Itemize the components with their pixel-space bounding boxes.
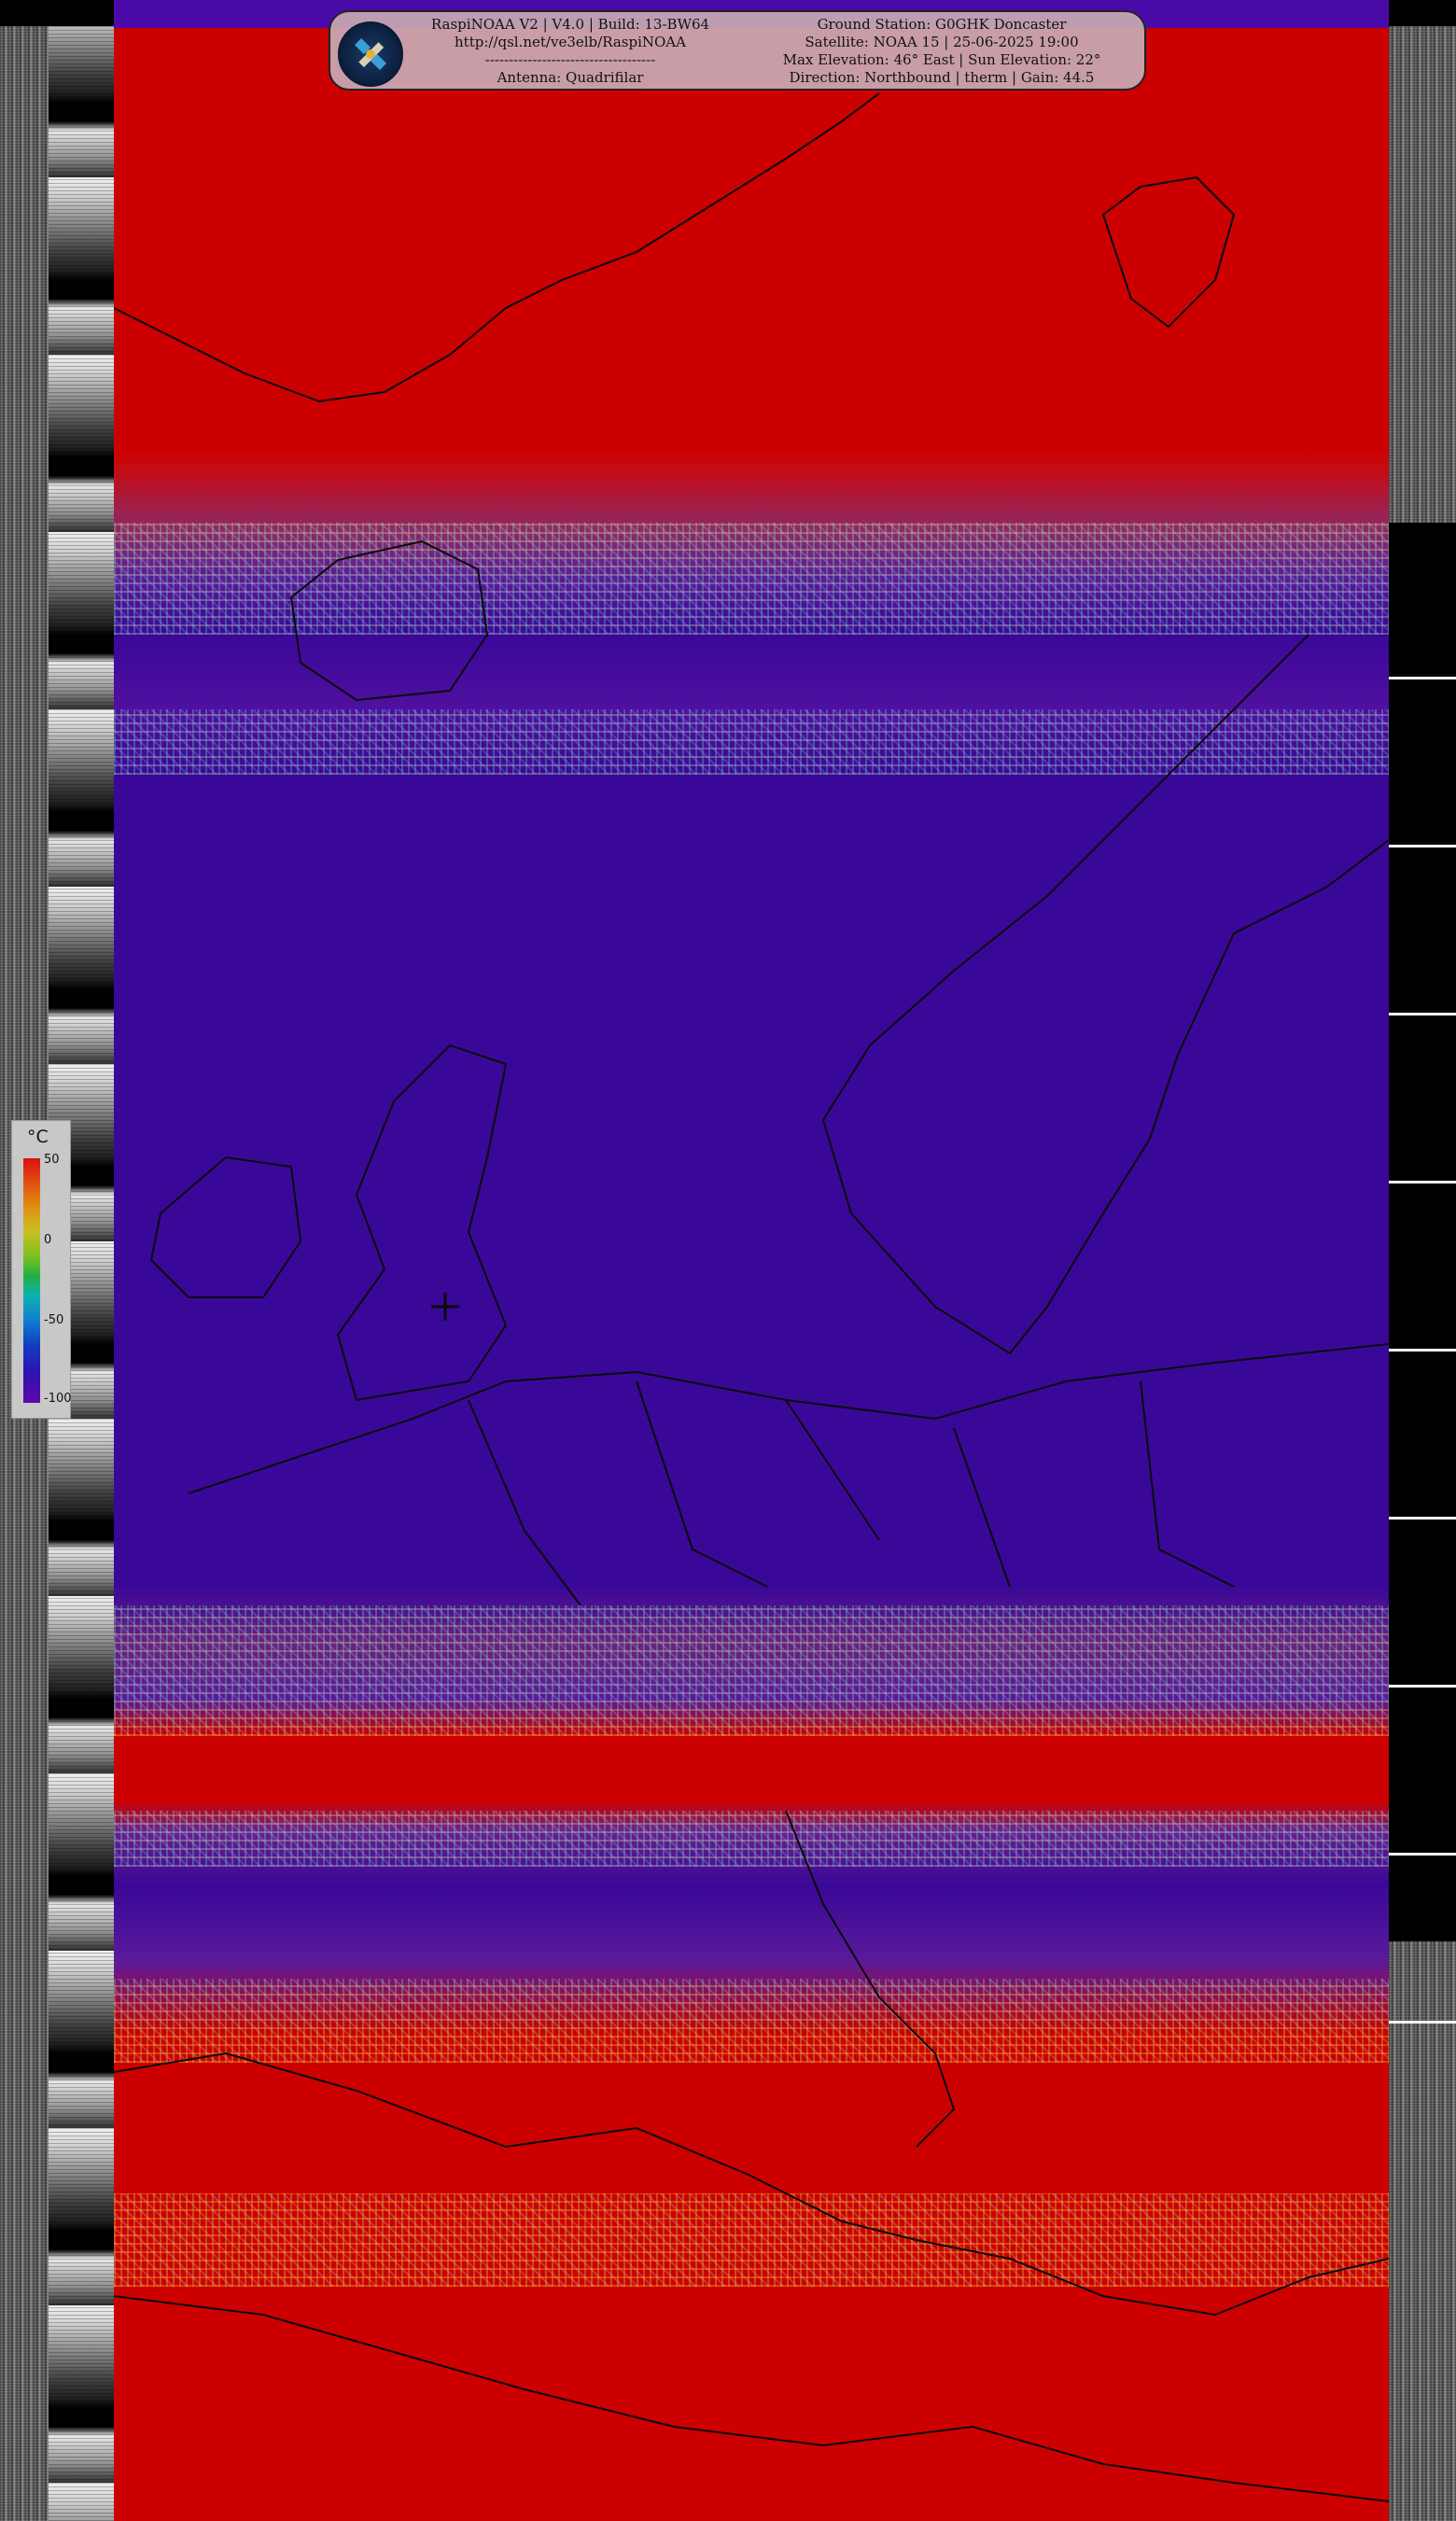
scandinavia-coastline [821, 634, 1389, 1355]
legend-tick: -100 [44, 1392, 72, 1406]
header-info-panel: RaspiNOAA V2 | V4.0 | Build: 13-BW64 htt… [329, 10, 1146, 91]
coastline-overlay [114, 92, 1389, 2502]
satellite-line: Satellite: NOAA 15 | 25-06-2025 19:00 [805, 34, 1079, 50]
header-left-block: RaspiNOAA V2 | V4.0 | Build: 13-BW64 htt… [416, 16, 724, 87]
telemetry-black-band [1389, 523, 1456, 1941]
telemetry-tick [1389, 1349, 1456, 1352]
telemetry-tick [1389, 1181, 1456, 1183]
software-version-line: RaspiNOAA V2 | V4.0 | Build: 13-BW64 [430, 16, 710, 33]
italy-coastline [785, 1810, 956, 2148]
borders [468, 1380, 1235, 1606]
satellite-logo-icon [338, 21, 403, 87]
top-black-bar-left [0, 0, 114, 26]
direction-line: Direction: Northbound | therm | Gain: 44… [789, 69, 1095, 86]
north-africa-coastline [114, 2295, 1389, 2502]
telemetry-tick [1389, 1685, 1456, 1688]
iceland-coastline [289, 539, 489, 702]
greenland-coastline [114, 92, 880, 403]
temperature-legend: °C 50 0 -50 -100 [11, 1120, 72, 1419]
britain-coastline [336, 1043, 508, 1402]
ireland-coastline [149, 1155, 302, 1298]
header-right-block: Ground Station: G0GHK Doncaster Satellit… [750, 16, 1133, 87]
top-black-bar-right [1389, 0, 1456, 26]
elevation-line: Max Elevation: 46° East | Sun Elevation:… [782, 51, 1101, 68]
telemetry-tick [1389, 1517, 1456, 1520]
telemetry-tick [1389, 677, 1456, 679]
telemetry-tick [1389, 2021, 1456, 2024]
telemetry-tick [1389, 845, 1456, 847]
ground-station-line: Ground Station: G0GHK Doncaster [817, 16, 1067, 33]
telemetry-tick [1389, 1013, 1456, 1015]
telemetry-tick [1389, 1853, 1456, 1856]
legend-tick: -50 [44, 1313, 64, 1327]
website-url-line: http://qsl.net/ve3elb/RaspiNOAA [455, 34, 686, 50]
divider-line: ------------------------------------ [484, 51, 656, 68]
station-marker [431, 1293, 459, 1321]
legend-color-bar [23, 1158, 40, 1403]
legend-unit: °C [27, 1127, 49, 1147]
mediterranean-coastline [114, 2052, 1389, 2317]
legend-tick: 0 [44, 1233, 52, 1247]
legend-tick: 50 [44, 1153, 60, 1167]
antenna-line: Antenna: Quadrifilar [497, 69, 644, 86]
europe-coastline [188, 1343, 1389, 1494]
svalbard-coastline [1101, 175, 1236, 329]
